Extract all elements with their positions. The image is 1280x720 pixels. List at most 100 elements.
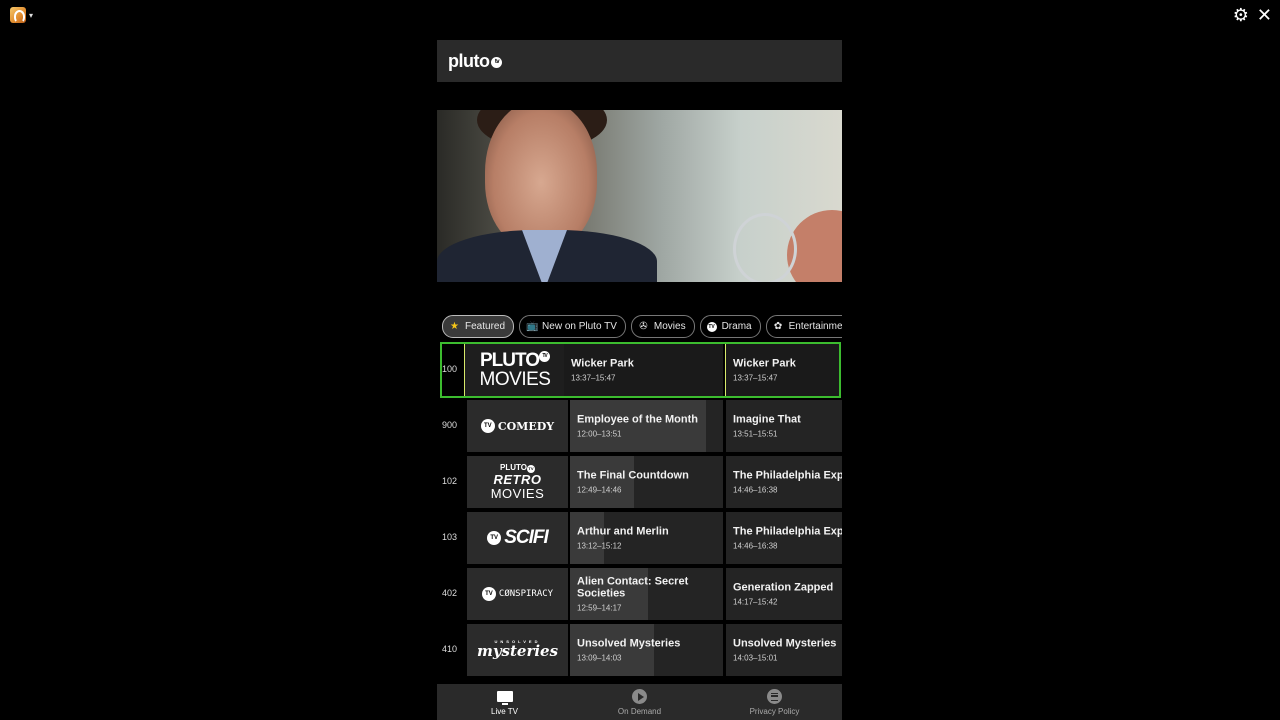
logo-line: MOVIES [479,368,551,390]
circle-shape [632,689,647,704]
nav-privacy-policy[interactable]: Privacy Policy [707,684,842,720]
channel-logo-tile[interactable]: TV SCIFI [467,512,568,564]
program-now[interactable]: Unsolved Mysteries 13:09–14:03 [570,624,723,676]
guide-row[interactable]: 103 TV SCIFI Arthur and Merlin 13:12–15:12 Th… [437,511,842,567]
pluto-tv-logo[interactable]: pluto tv [448,50,503,72]
play-shape [637,692,644,701]
category-chip-new-on-pluto-tv[interactable]: 📺 New on Pluto TV [519,315,626,338]
nav-label: Privacy Policy [749,706,800,716]
program-time: 12:49–14:46 [577,485,622,495]
circle-shape [767,689,782,704]
guide-row[interactable]: 102 PLUTOTV RETRO MOVIES The Final Countdown… [437,455,842,511]
channel-logo: TV CØNSPIRACY [481,587,553,601]
program-next[interactable]: Wicker Park 13:37–15:47 [725,343,841,396]
channel-number: 900 [442,420,458,430]
channel-logo-tile[interactable]: TV CØNSPIRACY [467,568,568,620]
program-time: 14:03–15:01 [733,653,778,663]
channel-number: 102 [442,476,458,486]
channel-logo-tile[interactable]: UNSOLVED mysteries [467,624,568,676]
channel-logo-tile[interactable]: PLUTO TV MOVIES [464,343,565,396]
program-now[interactable]: Alien Contact: Secret Societies 12:59–14:… [570,568,723,620]
category-chip-label: Drama [721,321,752,332]
program-now[interactable]: Arthur and Merlin 13:12–15:12 [570,512,723,564]
program-info: Generation Zapped 14:17–15:42 [726,582,842,607]
program-next[interactable]: The Philadelphia Expe 14:46–16:38 [726,512,842,564]
guide-row[interactable]: 402 TV CØNSPIRACY Alien Contact: Secret Soc… [437,567,842,623]
tv-badge-icon: TV [539,350,551,362]
channel-logo: TV COMEDY [480,419,554,433]
program-info: Wicker Park 13:37–15:47 [726,357,841,382]
app-viewport: pluto tv ★ Featured 📺 New on Pluto TV ✇ Movie… [437,40,842,720]
program-title: Wicker Park [571,357,634,369]
program-time: 12:59–14:17 [577,603,622,613]
logo-text: pluto [448,50,490,71]
category-chip-label: New on Pluto TV [542,321,617,332]
bottom-nav: Live TV On Demand Privacy Policy [437,684,842,720]
program-title: Arthur and Merlin [577,525,669,538]
gear-icon[interactable]: ⚙ [1233,6,1249,24]
category-chip-featured[interactable]: ★ Featured [442,315,515,338]
channel-number: 100 [442,364,458,374]
nav-on-demand[interactable]: On Demand [572,684,707,720]
program-time: 14:46–16:38 [733,541,778,551]
program-next[interactable]: Unsolved Mysteries 14:03–15:01 [726,624,842,676]
logo-line: mysteries [476,642,559,661]
tv-badge-icon: TV [481,587,496,601]
program-next[interactable]: Imagine That 13:51–15:51 [726,400,842,452]
logo-line: RETRO [493,471,542,487]
channel-logo: PLUTOTV RETRO MOVIES [490,463,545,501]
category-chip-entertainment[interactable]: ✿ Entertainment [765,315,842,338]
close-icon[interactable]: ✕ [1257,6,1272,24]
channel-number: 410 [442,644,458,654]
program-now[interactable]: Wicker Park 13:37–15:47 [564,343,723,396]
channel-logo-tile[interactable]: PLUTOTV RETRO MOVIES [467,456,568,508]
video-player[interactable] [437,110,842,282]
program-title: Unsolved Mysteries [577,637,681,650]
channel-logo: PLUTO TV MOVIES [479,350,551,390]
window-menu[interactable]: ▾ [10,7,33,23]
channel-logo: UNSOLVED mysteries [476,639,559,661]
program-time: 13:51–15:51 [733,429,778,439]
window-controls: ⚙ ✕ [1233,6,1272,24]
channel-logo-tile[interactable]: TV COMEDY [467,400,568,452]
guide-row[interactable]: 100 PLUTO TV MOVIES Wicker Park 13:37–15:47 Wi… [437,342,842,399]
chevron-down-icon[interactable]: ▾ [29,11,33,20]
channel-logo: TV SCIFI [487,527,549,549]
program-now[interactable]: Employee of the Month 12:00–13:51 [570,400,723,452]
nav-label: On Demand [617,706,662,716]
document-circle-icon [767,689,783,705]
logo-line: PLUTOTV [480,350,551,370]
channel-number: 402 [442,588,458,598]
guide-row[interactable]: 410 UNSOLVED mysteries Unsolved Mysteries 13… [437,623,842,679]
tv-badge-icon: TV [706,321,717,332]
program-info: Unsolved Mysteries 13:09–14:03 [570,638,723,663]
app-header: pluto tv [437,40,842,82]
app-icon[interactable] [10,7,26,23]
channel-guide: 100 PLUTO TV MOVIES Wicker Park 13:37–15:47 Wi… [437,342,842,679]
tv-icon [496,689,513,705]
category-chip-movies[interactable]: ✇ Movies [630,315,695,338]
program-info: The Philadelphia Expe 14:46–16:38 [726,526,842,551]
program-info: Arthur and Merlin 13:12–15:12 [570,526,723,551]
nav-label: Live TV [491,706,518,716]
category-chip-drama[interactable]: TV Drama [699,315,761,338]
program-title: The Final Countdown [577,469,689,482]
program-now[interactable]: The Final Countdown 12:49–14:46 [570,456,723,508]
logo-line: SCIFI [504,527,549,548]
film-reel-icon: ✇ [639,321,648,332]
channel-number: 103 [442,532,458,542]
popcorn-icon: ✿ [773,321,783,332]
star-icon: ★ [450,321,459,332]
tv-shape [496,691,513,705]
nav-live-tv[interactable]: Live TV [437,684,572,720]
program-info: Alien Contact: Secret Societies 12:59–14:… [570,576,723,613]
logo-line: MOVIES [490,485,545,501]
guide-row[interactable]: 900 TV COMEDY Employee of the Month 12:00–13… [437,399,842,455]
logo-badge: tv [491,56,503,68]
program-info: The Final Countdown 12:49–14:46 [570,470,723,495]
tv-icon: 📺 [526,321,539,332]
program-title: Generation Zapped [733,581,834,594]
program-next[interactable]: Generation Zapped 14:17–15:42 [726,568,842,620]
program-info: Wicker Park 13:37–15:47 [564,357,723,382]
program-next[interactable]: The Philadelphia Expe 14:46–16:38 [726,456,842,508]
